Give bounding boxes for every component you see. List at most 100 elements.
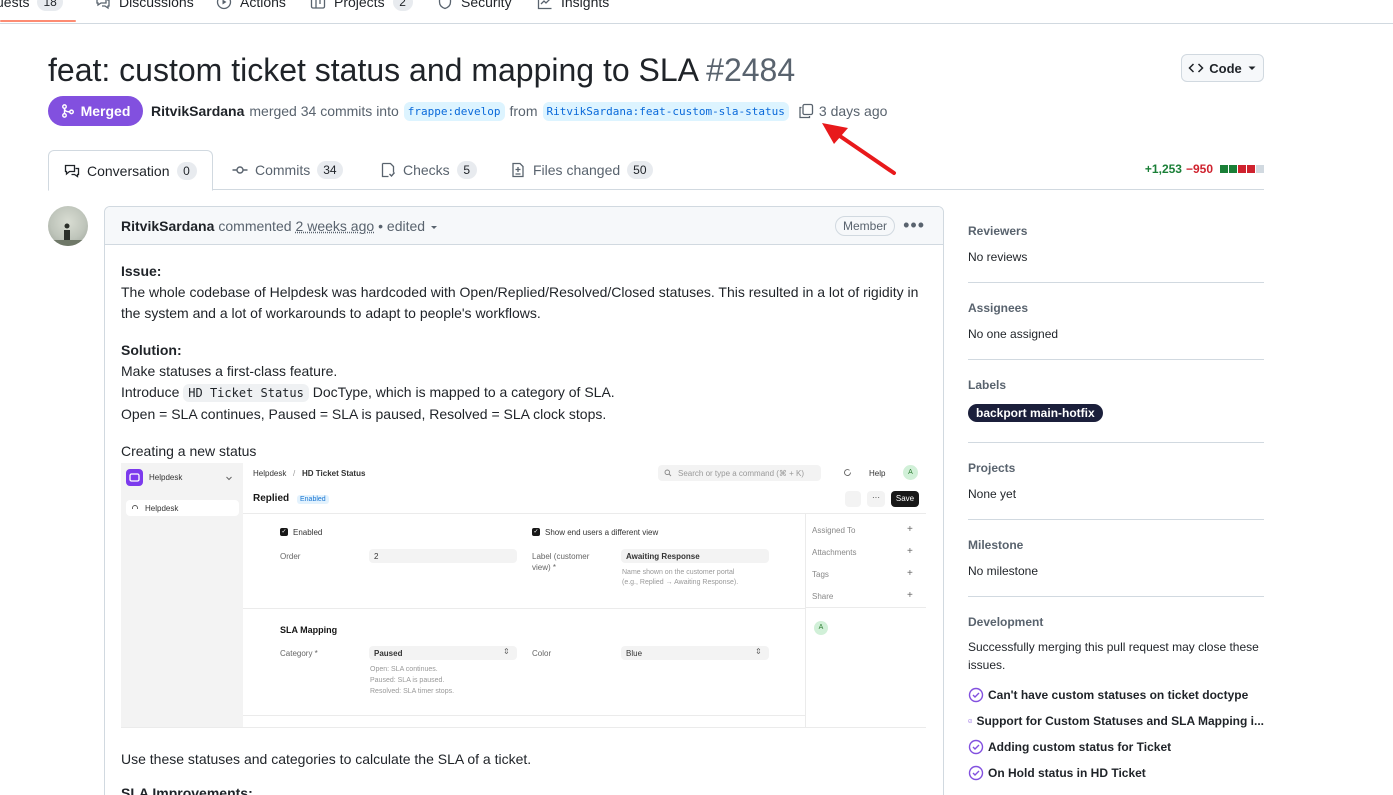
projects-value: None yet [968, 487, 1017, 501]
reviewers-heading[interactable]: Reviewers [968, 224, 1264, 242]
label-pill[interactable]: backport main-hotfix [968, 404, 1103, 422]
labels-heading[interactable]: Labels [968, 378, 1264, 396]
merged-status-badge: Merged [48, 96, 143, 126]
embedded-hint-open: Open: SLA continues. [370, 666, 438, 673]
refresh-icon [844, 469, 851, 476]
tab-conversation-count: 0 [176, 161, 197, 180]
assignees-heading[interactable]: Assignees [968, 301, 1264, 319]
nav-projects-count: 2 [392, 0, 413, 11]
nav-security[interactable]: Security [437, 0, 512, 12]
discussions-icon [96, 0, 110, 10]
solution-line-2: Introduce HD Ticket Status DocType, whic… [121, 382, 927, 404]
linked-issue[interactable]: Can't have custom statuses on ticket doc… [968, 684, 1264, 706]
tab-files-changed-label: Files changed [533, 162, 621, 178]
embedded-order-label: Order [280, 552, 301, 561]
select-arrows-icon: ⇕ [503, 647, 510, 656]
repo-nav: uests 18 Discussions Actions Projects 2 … [0, 0, 1393, 24]
sla-improvements-heading: SLA Improvements: [121, 785, 253, 795]
diffstat-deletions: −950 [1185, 162, 1213, 176]
embedded-doc-badge: Enabled [297, 495, 329, 504]
tab-checks[interactable]: Checks 5 [380, 150, 477, 190]
embedded-label-customer-2: view) * [532, 563, 557, 572]
linked-issue[interactable]: Adding custom status for Ticket [968, 736, 1264, 758]
embedded-search-placeholder: Search or type a command (⌘ + K) [678, 469, 805, 478]
embedded-sidebar-item [126, 500, 239, 516]
comment-discussion-icon [64, 164, 80, 178]
nav-actions[interactable]: Actions [216, 0, 286, 12]
development-section: Development Successfully merging this pu… [968, 615, 1264, 784]
kebab-horizontal-icon[interactable]: ••• [903, 216, 925, 234]
comment-time[interactable]: 2 weeks ago [296, 218, 375, 234]
embedded-divider [806, 607, 926, 608]
solution-line-3: Open = SLA continues, Paused = SLA is pa… [121, 406, 607, 422]
embedded-hint-paused: Paused: SLA is paused. [370, 677, 445, 684]
nav-insights[interactable]: Insights [537, 0, 609, 12]
embedded-attachments: Attachments [812, 548, 857, 557]
solution-line-2-post: DocType, which is mapped to a category o… [312, 384, 615, 400]
sidebar-divider [968, 442, 1264, 443]
code-button[interactable]: Code [1181, 54, 1264, 82]
embedded-order-field [369, 549, 517, 563]
inline-code: HD Ticket Status [183, 384, 309, 402]
milestone-section[interactable]: Milestone No milestone [968, 538, 1264, 578]
member-badge: Member [834, 216, 895, 236]
embedded-show-end-users: Show end users a different view [545, 528, 659, 537]
linked-issue-title: On Hold status in HD Ticket [988, 766, 1146, 780]
embedded-share: Share [812, 592, 834, 601]
assignees-section[interactable]: Assignees No one assigned [968, 301, 1264, 341]
solution-line-1: Make statuses a first-class feature. [121, 363, 338, 379]
projects-section[interactable]: Projects None yet [968, 461, 1264, 501]
issue-heading: Issue: [121, 263, 162, 279]
embedded-color-select [621, 646, 769, 660]
person-silhouette-icon [48, 223, 88, 246]
shield-icon [438, 0, 452, 10]
copy-icon[interactable] [798, 103, 814, 119]
pr-author-link[interactable]: RitvikSardana [151, 103, 244, 119]
comment-author[interactable]: RitvikSardana [121, 218, 214, 234]
triangle-down-icon[interactable] [429, 222, 439, 232]
embedded-plus-icon: + [907, 546, 913, 557]
tab-commits-label: Commits [255, 162, 311, 178]
issue-closed-icon [968, 687, 984, 703]
embedded-breadcrumb-1: Helpdesk [253, 469, 287, 478]
head-branch[interactable]: RitvikSardana:feat-custom-sla-status [542, 101, 789, 121]
nav-pull-requests-label: uests [0, 0, 30, 10]
select-arrows-icon: ⇕ [755, 647, 762, 656]
checklist-icon [381, 162, 396, 178]
tab-commits[interactable]: Commits 34 [232, 150, 343, 190]
embedded-assigned-to: Assigned To [812, 526, 856, 535]
embedded-checkbox: ✓ [280, 528, 288, 536]
labels-section[interactable]: Labels backport main-hotfix [968, 378, 1264, 422]
embedded-app-name: Helpdesk [149, 473, 183, 482]
linked-issue[interactable]: On Hold status in HD Ticket [968, 762, 1264, 784]
comment-edited[interactable]: • edited [378, 218, 425, 234]
embedded-breadcrumb-sep: / [293, 469, 296, 478]
reviewers-value: No reviews [968, 250, 1028, 264]
embedded-category-label: Category * [280, 649, 318, 658]
nav-projects[interactable]: Projects 2 [310, 0, 413, 12]
milestone-heading[interactable]: Milestone [968, 538, 1264, 556]
use-statuses-text: Use these statuses and categories to cal… [121, 751, 532, 767]
embedded-screenshot[interactable]: Helpdesk Helpdesk Helpdesk / HD Ticket S… [121, 463, 926, 728]
nav-pull-requests-count: 18 [37, 0, 63, 11]
graph-icon [537, 0, 552, 10]
embedded-color-label: Color [532, 649, 552, 658]
pr-number: #2484 [706, 52, 796, 88]
nav-discussions[interactable]: Discussions [95, 0, 194, 12]
projects-heading[interactable]: Projects [968, 461, 1264, 479]
linked-issue[interactable]: Support for Custom Statuses and SLA Mapp… [968, 710, 1264, 732]
pr-description-comment: RitvikSardana commented 2 weeks ago • ed… [104, 206, 944, 795]
nav-pull-requests[interactable]: uests 18 [0, 0, 63, 12]
active-tab-underline [0, 20, 76, 22]
pr-time[interactable]: 3 days ago [819, 103, 888, 119]
development-heading[interactable]: Development [968, 615, 1264, 633]
tab-files-changed[interactable]: Files changed 50 [510, 150, 653, 190]
avatar[interactable] [48, 206, 88, 246]
issue-closed-icon [968, 765, 984, 781]
linked-issue-title: Support for Custom Statuses and SLA Mapp… [976, 714, 1264, 728]
reviewers-section[interactable]: Reviewers No reviews [968, 224, 1264, 264]
tab-conversation[interactable]: Conversation 0 [48, 150, 213, 191]
git-commit-icon [232, 166, 248, 174]
embedded-divider [243, 513, 926, 514]
base-branch[interactable]: frappe:develop [403, 101, 505, 121]
